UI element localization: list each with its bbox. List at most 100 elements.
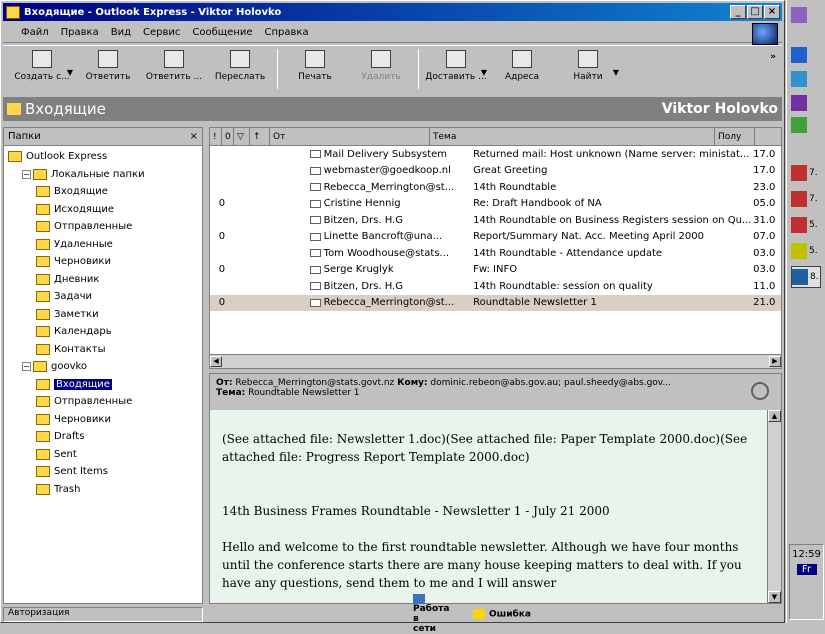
task-button-3[interactable]: 5. bbox=[791, 214, 821, 236]
vertical-scrollbar[interactable]: ▲ ▼ bbox=[767, 410, 781, 603]
minimize-button[interactable]: _ bbox=[730, 5, 746, 19]
folder-item[interactable]: Sent Items bbox=[4, 463, 202, 481]
envelope-icon bbox=[309, 265, 321, 274]
col-priority[interactable]: ! bbox=[210, 128, 222, 145]
col-subject[interactable]: Тема bbox=[430, 128, 715, 145]
toolbar-button-7[interactable]: Адреса bbox=[489, 46, 555, 82]
folder-item[interactable]: − Локальные папки bbox=[4, 166, 202, 184]
folder-item[interactable]: Заметки bbox=[4, 306, 202, 324]
message-row[interactable]: 0 Serge Kruglyk Fw: INFO 03.0 bbox=[210, 262, 781, 279]
menu-message[interactable]: Сообщение bbox=[192, 27, 252, 38]
language-indicator[interactable]: Fr bbox=[796, 564, 817, 575]
warning-icon bbox=[473, 608, 485, 619]
message-row[interactable]: Bitzen, Drs. H.G 14th Roundtable on Busin… bbox=[210, 212, 781, 229]
folder-item[interactable]: Контакты bbox=[4, 341, 202, 359]
toolbar-button-2[interactable]: Ответить ... bbox=[141, 46, 207, 82]
message-row[interactable]: Tom Woodhouse@stats... 14th Roundtable - … bbox=[210, 245, 781, 262]
folder-item[interactable]: Задачи bbox=[4, 288, 202, 306]
toolbar-button-3[interactable]: Переслать bbox=[207, 46, 273, 82]
dropdown-arrow-icon[interactable]: ▼ bbox=[613, 68, 619, 77]
collapse-icon[interactable]: − bbox=[22, 169, 31, 179]
message-row[interactable]: Mail Delivery Subsystem Returned mail: Ho… bbox=[210, 146, 781, 163]
task-button-5[interactable]: 8. bbox=[791, 266, 821, 288]
folder-item[interactable]: Отправленные bbox=[4, 218, 202, 236]
col-received[interactable]: Полу bbox=[715, 128, 755, 145]
task-button-4[interactable]: 5. bbox=[791, 240, 821, 262]
folder-item[interactable]: Исходящие bbox=[4, 201, 202, 219]
folder-item[interactable]: Отправленные bbox=[4, 393, 202, 411]
from-cell: Serge Kruglyk bbox=[309, 264, 469, 275]
clock[interactable]: 12:59 bbox=[790, 549, 823, 560]
col-sort[interactable]: ↑ bbox=[250, 128, 270, 145]
scroll-left-icon[interactable]: ◀ bbox=[210, 356, 222, 367]
subject-cell: Roundtable Newsletter 1 bbox=[473, 297, 597, 309]
menu-help[interactable]: Справка bbox=[265, 27, 309, 38]
message-row[interactable]: Rebecca_Merrington@st... 14th Roundtable 2… bbox=[210, 179, 781, 196]
message-row[interactable]: 0 Cristine Hennig Re: Draft Handbook of NA… bbox=[210, 196, 781, 213]
task-button-1[interactable]: 7. bbox=[791, 162, 821, 184]
toolbar-button-6[interactable]: Доставить ... ▼ bbox=[423, 46, 489, 82]
channels-icon[interactable] bbox=[791, 114, 821, 136]
dropdown-arrow-icon[interactable]: ▼ bbox=[481, 68, 487, 77]
status-online: Работа в сети bbox=[413, 604, 450, 634]
folder-item[interactable]: Trash bbox=[4, 481, 202, 499]
folder-item[interactable]: Outlook Express bbox=[4, 148, 202, 166]
start-area-icon[interactable] bbox=[791, 4, 821, 26]
preview-body[interactable]: (See attached file: Newsletter 1.doc)(Se… bbox=[210, 410, 765, 603]
folder-icon bbox=[36, 256, 50, 268]
horizontal-scrollbar[interactable]: ◀ ▶ bbox=[210, 354, 781, 368]
scroll-right-icon[interactable]: ▶ bbox=[769, 356, 781, 367]
dropdown-arrow-icon[interactable]: ▼ bbox=[67, 68, 73, 77]
folder-item[interactable]: Входящие bbox=[4, 183, 202, 201]
to-label: Кому: bbox=[397, 378, 428, 388]
desktop-icon[interactable] bbox=[791, 68, 821, 90]
folder-pane-close-button[interactable]: × bbox=[190, 131, 198, 142]
maximize-button[interactable]: □ bbox=[747, 5, 763, 19]
collapse-icon[interactable]: − bbox=[22, 362, 31, 372]
attachment-cell: 0 bbox=[218, 297, 226, 309]
message-list: ! 0 ▽ ↑ От Тема Полу Mail Delivery Subsy… bbox=[209, 127, 782, 369]
folder-item[interactable]: Черновики bbox=[4, 253, 202, 271]
scroll-down-icon[interactable]: ▼ bbox=[768, 591, 781, 603]
subject-cell: 14th Roundtable: session on quality bbox=[473, 280, 653, 292]
create-mail-icon bbox=[32, 50, 52, 68]
folder-item[interactable]: Календарь bbox=[4, 323, 202, 341]
message-row[interactable]: 0 Rebecca_Merrington@st... Roundtable News… bbox=[210, 294, 781, 311]
message-row[interactable]: 0 Linette Bancroft@una... Report/Summary N… bbox=[210, 229, 781, 246]
folder-item[interactable]: Входящие bbox=[4, 376, 202, 394]
folder-item[interactable]: Drafts bbox=[4, 428, 202, 446]
folder-item[interactable]: Черновики bbox=[4, 411, 202, 429]
toolbar-label: Доставить ... bbox=[425, 72, 487, 82]
from-cell: Rebecca_Merrington@st... bbox=[309, 182, 469, 193]
col-flag[interactable]: ▽ bbox=[234, 128, 250, 145]
folder-item[interactable]: Удаленные bbox=[4, 236, 202, 254]
message-row[interactable]: Bitzen, Drs. H.G 14th Roundtable: session… bbox=[210, 278, 781, 295]
toolbar-button-0[interactable]: Создать с... ▼ bbox=[9, 46, 75, 82]
toolbar-button-8[interactable]: Найти ▼ bbox=[555, 46, 621, 82]
message-list-header: ! 0 ▽ ↑ От Тема Полу bbox=[210, 128, 781, 146]
toolbar-button-5[interactable]: Удалить bbox=[348, 46, 414, 82]
scroll-up-icon[interactable]: ▲ bbox=[768, 410, 781, 422]
folder-icon bbox=[36, 413, 50, 425]
ie-icon[interactable] bbox=[791, 44, 821, 66]
title-bar[interactable]: Входящие - Outlook Express - Viktor Holo… bbox=[3, 3, 782, 21]
from-cell: Bitzen, Drs. H.G bbox=[309, 215, 469, 226]
toolbar-overflow-icon[interactable]: » bbox=[770, 52, 776, 62]
col-from[interactable]: От bbox=[270, 128, 430, 145]
menu-file[interactable]: Файл bbox=[21, 27, 49, 38]
col-attachment[interactable]: 0 bbox=[222, 128, 234, 145]
folder-item[interactable]: Дневник bbox=[4, 271, 202, 289]
menu-view[interactable]: Вид bbox=[111, 27, 131, 38]
toolbar-button-4[interactable]: Печать bbox=[282, 46, 348, 82]
menu-edit[interactable]: Правка bbox=[61, 27, 99, 38]
message-row[interactable]: webmaster@goedkoop.nl Great Greeting 17.0 bbox=[210, 163, 781, 180]
toolbar-button-1[interactable]: Ответить bbox=[75, 46, 141, 82]
menu-tools[interactable]: Сервис bbox=[143, 27, 180, 38]
close-button[interactable]: × bbox=[764, 5, 780, 19]
app-icon[interactable] bbox=[791, 92, 821, 114]
toolbar-label: Удалить bbox=[361, 72, 401, 82]
task-button-2[interactable]: 7. bbox=[791, 188, 821, 210]
folder-item[interactable]: − goovko bbox=[4, 358, 202, 376]
folder-item[interactable]: Sent bbox=[4, 446, 202, 464]
envelope-icon bbox=[309, 282, 321, 291]
